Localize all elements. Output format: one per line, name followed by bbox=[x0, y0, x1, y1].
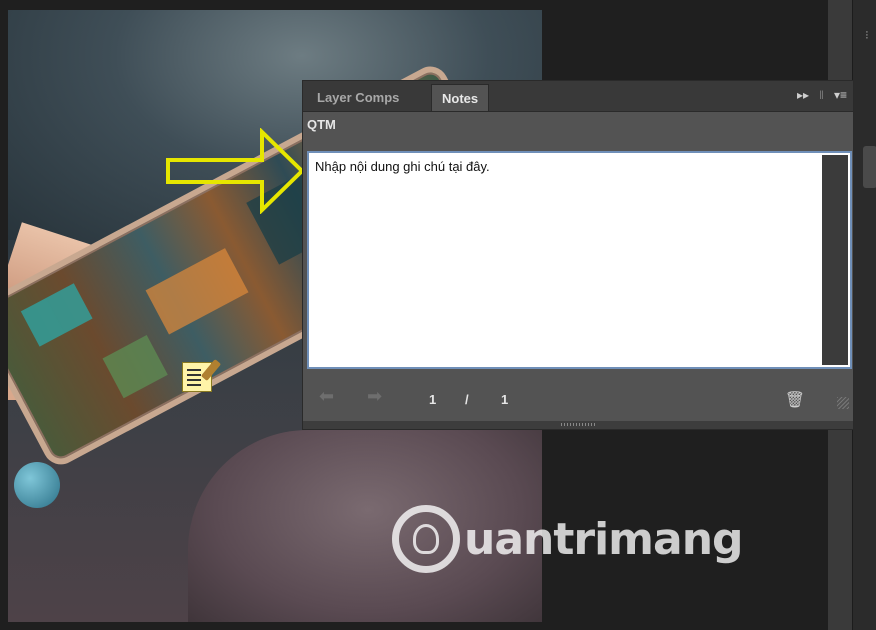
yellow-arrow-icon bbox=[166, 128, 305, 214]
tab-notes[interactable]: Notes bbox=[431, 84, 490, 111]
page-separator: / bbox=[465, 392, 469, 407]
arrow-right-icon[interactable]: ➡ bbox=[367, 386, 382, 407]
dock-mark-icon: ⁝ bbox=[865, 28, 869, 42]
page-total: 1 bbox=[501, 392, 509, 407]
note-author: QTM bbox=[307, 117, 336, 132]
notes-panel: Layer Comps Notes ▸▸ ‖ ▾≡ QTM Nhập nội d… bbox=[302, 80, 854, 430]
tab-divider: ‖ bbox=[819, 88, 824, 102]
watermark-logo-icon bbox=[392, 505, 460, 573]
note-text-field[interactable]: Nhập nội dung ghi chú tại đây. bbox=[307, 151, 852, 369]
page-current: 1 bbox=[429, 392, 437, 407]
dock-strip-collapsed: ⁝ bbox=[852, 0, 876, 630]
trash-icon[interactable]: 🗑 bbox=[785, 390, 805, 410]
panel-tab-bar: Layer Comps Notes ▸▸ ‖ ▾≡ bbox=[303, 81, 853, 112]
note-navigation: ⬅ ➡ 1 / 1 🗑 bbox=[303, 386, 853, 412]
note-scrollbar[interactable] bbox=[822, 155, 848, 365]
arrow-left-icon[interactable]: ⬅ bbox=[319, 386, 334, 407]
canvas-globe bbox=[14, 462, 60, 508]
resize-grip[interactable] bbox=[837, 397, 849, 409]
watermark-text: uantrimang bbox=[464, 513, 744, 565]
panel-menu-icon[interactable]: ▾≡ bbox=[834, 88, 847, 102]
note-text[interactable]: Nhập nội dung ghi chú tại đây. bbox=[315, 159, 490, 174]
watermark: uantrimang bbox=[392, 505, 744, 573]
tab-layer-comps[interactable]: Layer Comps bbox=[307, 84, 409, 111]
dock-scroll-knob[interactable] bbox=[863, 146, 876, 188]
panel-bottom-strip bbox=[303, 421, 853, 429]
lightbulb-icon bbox=[413, 524, 439, 554]
note-annotation-icon[interactable] bbox=[182, 359, 222, 392]
double-chevron-right-icon[interactable]: ▸▸ bbox=[797, 88, 809, 102]
panel-resize-handle[interactable] bbox=[561, 423, 597, 426]
